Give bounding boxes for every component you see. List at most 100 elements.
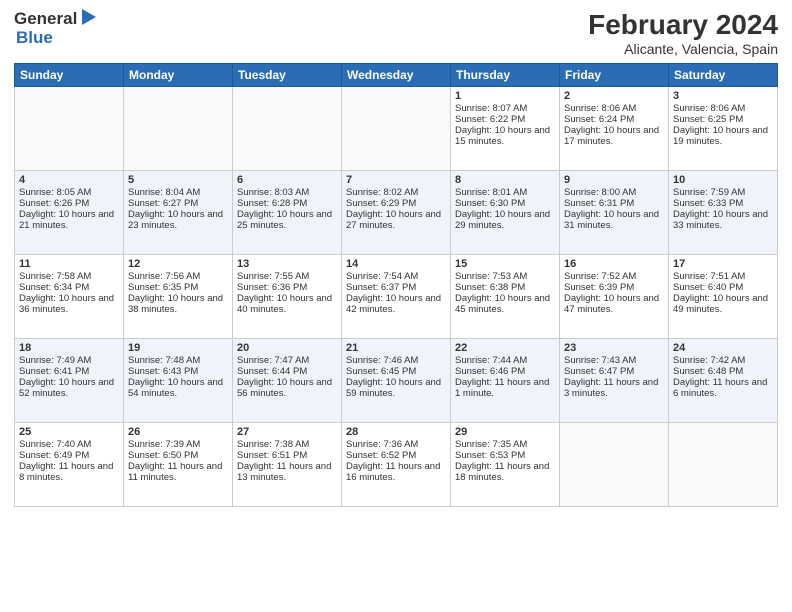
day-number: 7 [346, 174, 446, 186]
calendar-week-row: 1Sunrise: 8:07 AMSunset: 6:22 PMDaylight… [15, 86, 778, 170]
table-row [560, 422, 669, 506]
day-number: 3 [673, 90, 773, 102]
sunset-text: Sunset: 6:48 PM [673, 366, 773, 377]
table-row: 28Sunrise: 7:36 AMSunset: 6:52 PMDayligh… [342, 422, 451, 506]
daylight-text: Daylight: 11 hours and 16 minutes. [346, 461, 446, 483]
day-number: 2 [564, 90, 664, 102]
month-year: February 2024 [588, 10, 778, 41]
logo-blue-text: Blue [16, 29, 53, 46]
sunrise-text: Sunrise: 7:44 AM [455, 355, 555, 366]
sunrise-text: Sunrise: 8:04 AM [128, 187, 228, 198]
day-number: 1 [455, 90, 555, 102]
daylight-text: Daylight: 10 hours and 29 minutes. [455, 209, 555, 231]
day-number: 18 [19, 342, 119, 354]
sunrise-text: Sunrise: 7:35 AM [455, 439, 555, 450]
sunset-text: Sunset: 6:34 PM [19, 282, 119, 293]
day-number: 23 [564, 342, 664, 354]
sunset-text: Sunset: 6:44 PM [237, 366, 337, 377]
day-number: 24 [673, 342, 773, 354]
day-number: 17 [673, 258, 773, 270]
daylight-text: Daylight: 10 hours and 59 minutes. [346, 377, 446, 399]
day-number: 8 [455, 174, 555, 186]
table-row: 20Sunrise: 7:47 AMSunset: 6:44 PMDayligh… [233, 338, 342, 422]
day-number: 28 [346, 426, 446, 438]
sunrise-text: Sunrise: 7:46 AM [346, 355, 446, 366]
table-row [669, 422, 778, 506]
sunset-text: Sunset: 6:27 PM [128, 198, 228, 209]
daylight-text: Daylight: 10 hours and 23 minutes. [128, 209, 228, 231]
page: General Blue February 2024 Alicante, Val… [0, 0, 792, 612]
calendar-week-row: 18Sunrise: 7:49 AMSunset: 6:41 PMDayligh… [15, 338, 778, 422]
sunrise-text: Sunrise: 7:42 AM [673, 355, 773, 366]
sunrise-text: Sunrise: 8:01 AM [455, 187, 555, 198]
sunset-text: Sunset: 6:29 PM [346, 198, 446, 209]
sunset-text: Sunset: 6:47 PM [564, 366, 664, 377]
daylight-text: Daylight: 11 hours and 6 minutes. [673, 377, 773, 399]
daylight-text: Daylight: 10 hours and 47 minutes. [564, 293, 664, 315]
daylight-text: Daylight: 10 hours and 31 minutes. [564, 209, 664, 231]
sunrise-text: Sunrise: 8:06 AM [673, 103, 773, 114]
daylight-text: Daylight: 11 hours and 13 minutes. [237, 461, 337, 483]
day-number: 20 [237, 342, 337, 354]
day-number: 16 [564, 258, 664, 270]
table-row: 10Sunrise: 7:59 AMSunset: 6:33 PMDayligh… [669, 170, 778, 254]
calendar-week-row: 11Sunrise: 7:58 AMSunset: 6:34 PMDayligh… [15, 254, 778, 338]
sunrise-text: Sunrise: 7:51 AM [673, 271, 773, 282]
daylight-text: Daylight: 10 hours and 52 minutes. [19, 377, 119, 399]
daylight-text: Daylight: 10 hours and 40 minutes. [237, 293, 337, 315]
location: Alicante, Valencia, Spain [588, 41, 778, 57]
title-block: February 2024 Alicante, Valencia, Spain [588, 10, 778, 57]
daylight-text: Daylight: 10 hours and 45 minutes. [455, 293, 555, 315]
table-row: 11Sunrise: 7:58 AMSunset: 6:34 PMDayligh… [15, 254, 124, 338]
daylight-text: Daylight: 11 hours and 8 minutes. [19, 461, 119, 483]
table-row: 25Sunrise: 7:40 AMSunset: 6:49 PMDayligh… [15, 422, 124, 506]
logo: General Blue [14, 10, 96, 46]
day-number: 19 [128, 342, 228, 354]
daylight-text: Daylight: 10 hours and 56 minutes. [237, 377, 337, 399]
daylight-text: Daylight: 10 hours and 42 minutes. [346, 293, 446, 315]
daylight-text: Daylight: 10 hours and 19 minutes. [673, 125, 773, 147]
day-number: 12 [128, 258, 228, 270]
sunset-text: Sunset: 6:50 PM [128, 450, 228, 461]
table-row: 1Sunrise: 8:07 AMSunset: 6:22 PMDaylight… [451, 86, 560, 170]
table-row: 7Sunrise: 8:02 AMSunset: 6:29 PMDaylight… [342, 170, 451, 254]
table-row [342, 86, 451, 170]
day-number: 21 [346, 342, 446, 354]
sunset-text: Sunset: 6:28 PM [237, 198, 337, 209]
table-row: 3Sunrise: 8:06 AMSunset: 6:25 PMDaylight… [669, 86, 778, 170]
daylight-text: Daylight: 10 hours and 33 minutes. [673, 209, 773, 231]
table-row: 21Sunrise: 7:46 AMSunset: 6:45 PMDayligh… [342, 338, 451, 422]
header-friday: Friday [560, 63, 669, 86]
table-row: 19Sunrise: 7:48 AMSunset: 6:43 PMDayligh… [124, 338, 233, 422]
sunrise-text: Sunrise: 8:03 AM [237, 187, 337, 198]
sunrise-text: Sunrise: 7:48 AM [128, 355, 228, 366]
calendar: Sunday Monday Tuesday Wednesday Thursday… [14, 63, 778, 507]
sunrise-text: Sunrise: 7:56 AM [128, 271, 228, 282]
day-number: 14 [346, 258, 446, 270]
daylight-text: Daylight: 10 hours and 36 minutes. [19, 293, 119, 315]
days-header-row: Sunday Monday Tuesday Wednesday Thursday… [15, 63, 778, 86]
sunset-text: Sunset: 6:26 PM [19, 198, 119, 209]
day-number: 15 [455, 258, 555, 270]
day-number: 27 [237, 426, 337, 438]
sunrise-text: Sunrise: 8:02 AM [346, 187, 446, 198]
table-row: 26Sunrise: 7:39 AMSunset: 6:50 PMDayligh… [124, 422, 233, 506]
day-number: 5 [128, 174, 228, 186]
table-row: 15Sunrise: 7:53 AMSunset: 6:38 PMDayligh… [451, 254, 560, 338]
day-number: 25 [19, 426, 119, 438]
table-row: 16Sunrise: 7:52 AMSunset: 6:39 PMDayligh… [560, 254, 669, 338]
table-row: 6Sunrise: 8:03 AMSunset: 6:28 PMDaylight… [233, 170, 342, 254]
table-row: 27Sunrise: 7:38 AMSunset: 6:51 PMDayligh… [233, 422, 342, 506]
sunrise-text: Sunrise: 8:06 AM [564, 103, 664, 114]
day-number: 11 [19, 258, 119, 270]
day-number: 13 [237, 258, 337, 270]
sunrise-text: Sunrise: 7:43 AM [564, 355, 664, 366]
sunrise-text: Sunrise: 7:53 AM [455, 271, 555, 282]
sunrise-text: Sunrise: 7:40 AM [19, 439, 119, 450]
sunrise-text: Sunrise: 8:07 AM [455, 103, 555, 114]
day-number: 29 [455, 426, 555, 438]
table-row: 17Sunrise: 7:51 AMSunset: 6:40 PMDayligh… [669, 254, 778, 338]
sunset-text: Sunset: 6:36 PM [237, 282, 337, 293]
sunset-text: Sunset: 6:46 PM [455, 366, 555, 377]
sunset-text: Sunset: 6:39 PM [564, 282, 664, 293]
